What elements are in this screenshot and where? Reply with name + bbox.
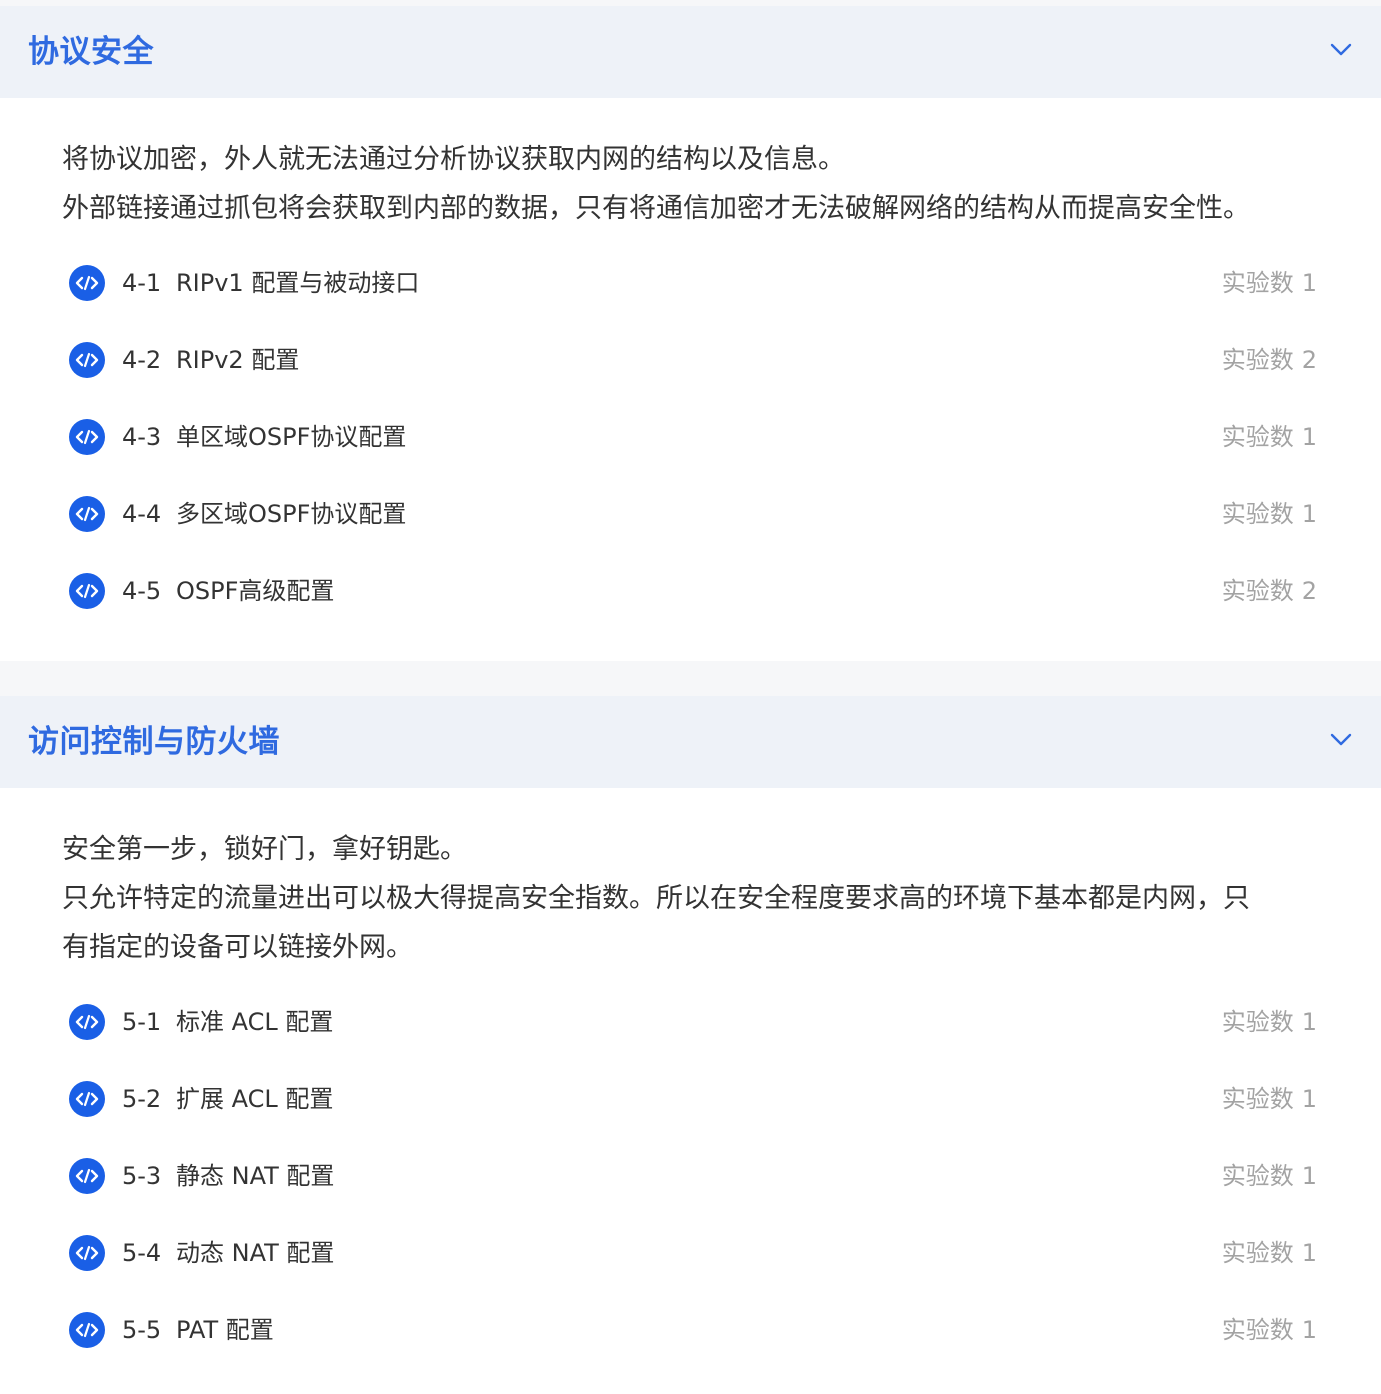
lesson-number: 5-5 <box>122 1316 162 1344</box>
lesson-item[interactable]: 4-3 单区域OSPF协议配置 实验数 1 <box>0 399 1381 476</box>
lesson-item[interactable]: 5-5 PAT 配置 实验数 1 <box>0 1292 1381 1369</box>
lab-count: 实验数 1 <box>1222 1061 1317 1138</box>
code-icon <box>69 265 105 301</box>
lab-count-value: 1 <box>1301 1239 1317 1267</box>
lesson-title: RIPv2 配置 <box>176 346 300 374</box>
lesson-item[interactable]: 4-4 多区域OSPF协议配置 实验数 1 <box>0 476 1381 553</box>
code-icon <box>69 419 105 455</box>
lesson-number: 4-1 <box>122 269 162 297</box>
chapter-description: 安全第一步，锁好门，拿好钥匙。 只允许特定的流量进出可以极大得提高安全指数。所以… <box>62 825 1324 972</box>
lesson-title: OSPF高级配置 <box>176 577 335 605</box>
lab-count: 实验数 1 <box>1222 1138 1317 1215</box>
lab-count-value: 1 <box>1301 1085 1317 1113</box>
lab-count-label: 实验数 <box>1221 423 1294 451</box>
chapter-title: 协议安全 <box>28 34 154 70</box>
code-icon <box>69 573 105 609</box>
lab-count-value: 1 <box>1301 500 1317 528</box>
lesson-list: 5-1 标准 ACL 配置 实验数 1 5-2 扩展 ACL 配置 实验数 1 5-… <box>0 984 1381 1369</box>
lab-count-label: 实验数 <box>1221 346 1294 374</box>
lesson-item[interactable]: 4-1 RIPv1 配置与被动接口 实验数 1 <box>0 245 1381 322</box>
lesson-number: 4-4 <box>122 500 162 528</box>
lesson-title: 标准 ACL 配置 <box>176 1008 334 1036</box>
lesson-title: 静态 NAT 配置 <box>176 1162 335 1190</box>
chapter-header[interactable]: 访问控制与防火墙 <box>0 696 1381 788</box>
code-icon <box>69 1235 105 1271</box>
chevron-down-icon[interactable] <box>1329 728 1353 752</box>
lesson-number: 4-2 <box>122 346 162 374</box>
description-line: 有指定的设备可以链接外网。 <box>62 932 413 963</box>
lab-count: 实验数 1 <box>1222 1215 1317 1292</box>
lesson-number: 5-2 <box>122 1085 162 1113</box>
description-line: 安全第一步，锁好门，拿好钥匙。 <box>62 834 467 865</box>
lab-count-label: 实验数 <box>1221 577 1294 605</box>
description-line: 外部链接通过抓包将会获取到内部的数据，只有将通信加密才无法破解网络的结构从而提高… <box>62 193 1250 224</box>
lab-count: 实验数 1 <box>1222 984 1317 1061</box>
lab-count-label: 实验数 <box>1221 1239 1294 1267</box>
course-outline-page: 协议安全 将协议加密，外人就无法通过分析协议获取内网的结构以及信息。 外部链接通… <box>0 0 1381 1394</box>
lab-count-label: 实验数 <box>1221 1085 1294 1113</box>
chevron-down-icon[interactable] <box>1329 38 1353 62</box>
lesson-number: 5-4 <box>122 1239 162 1267</box>
lab-count: 实验数 2 <box>1222 322 1317 399</box>
lesson-item[interactable]: 5-2 扩展 ACL 配置 实验数 1 <box>0 1061 1381 1138</box>
code-icon <box>69 342 105 378</box>
chapter-section: 协议安全 将协议加密，外人就无法通过分析协议获取内网的结构以及信息。 外部链接通… <box>0 6 1381 661</box>
lab-count-value: 1 <box>1301 1008 1317 1036</box>
lesson-item[interactable]: 5-1 标准 ACL 配置 实验数 1 <box>0 984 1381 1061</box>
lab-count-value: 1 <box>1301 1162 1317 1190</box>
lab-count-value: 1 <box>1301 1316 1317 1344</box>
lab-count-label: 实验数 <box>1221 1162 1294 1190</box>
lesson-number: 4-5 <box>122 577 162 605</box>
lab-count-value: 2 <box>1301 346 1317 374</box>
description-line: 只允许特定的流量进出可以极大得提高安全指数。所以在安全程度要求高的环境下基本都是… <box>62 883 1250 914</box>
lesson-title: PAT 配置 <box>176 1316 274 1344</box>
lab-count-label: 实验数 <box>1221 269 1294 297</box>
lab-count-value: 2 <box>1301 577 1317 605</box>
lab-count-value: 1 <box>1301 423 1317 451</box>
lab-count-label: 实验数 <box>1221 1316 1294 1344</box>
lab-count-label: 实验数 <box>1221 1008 1294 1036</box>
code-icon <box>69 1081 105 1117</box>
lab-count: 实验数 1 <box>1222 476 1317 553</box>
code-icon <box>69 1312 105 1348</box>
lab-count: 实验数 1 <box>1222 1292 1317 1369</box>
chapter-description: 将协议加密，外人就无法通过分析协议获取内网的结构以及信息。 外部链接通过抓包将会… <box>62 135 1324 233</box>
lab-count-label: 实验数 <box>1221 500 1294 528</box>
lesson-title: 动态 NAT 配置 <box>176 1239 335 1267</box>
lab-count: 实验数 1 <box>1222 399 1317 476</box>
lesson-number: 4-3 <box>122 423 162 451</box>
chapter-title: 访问控制与防火墙 <box>28 724 280 760</box>
lesson-title: 单区域OSPF协议配置 <box>176 423 407 451</box>
lab-count: 实验数 2 <box>1222 553 1317 630</box>
lesson-title: 多区域OSPF协议配置 <box>176 500 407 528</box>
lesson-number: 5-1 <box>122 1008 162 1036</box>
lesson-item[interactable]: 5-4 动态 NAT 配置 实验数 1 <box>0 1215 1381 1292</box>
code-icon <box>69 496 105 532</box>
lab-count: 实验数 1 <box>1222 245 1317 322</box>
lesson-title: 扩展 ACL 配置 <box>176 1085 334 1113</box>
lab-count-value: 1 <box>1301 269 1317 297</box>
code-icon <box>69 1004 105 1040</box>
lesson-item[interactable]: 4-2 RIPv2 配置 实验数 2 <box>0 322 1381 399</box>
lesson-list: 4-1 RIPv1 配置与被动接口 实验数 1 4-2 RIPv2 配置 实验数 2… <box>0 245 1381 630</box>
chapter-header[interactable]: 协议安全 <box>0 6 1381 98</box>
description-line: 将协议加密，外人就无法通过分析协议获取内网的结构以及信息。 <box>62 144 845 175</box>
lesson-number: 5-3 <box>122 1162 162 1190</box>
lesson-title: RIPv1 配置与被动接口 <box>176 269 420 297</box>
chapter-section: 访问控制与防火墙 安全第一步，锁好门，拿好钥匙。 只允许特定的流量进出可以极大得… <box>0 696 1381 1394</box>
code-icon <box>69 1158 105 1194</box>
lesson-item[interactable]: 4-5 OSPF高级配置 实验数 2 <box>0 553 1381 630</box>
lesson-item[interactable]: 5-3 静态 NAT 配置 实验数 1 <box>0 1138 1381 1215</box>
